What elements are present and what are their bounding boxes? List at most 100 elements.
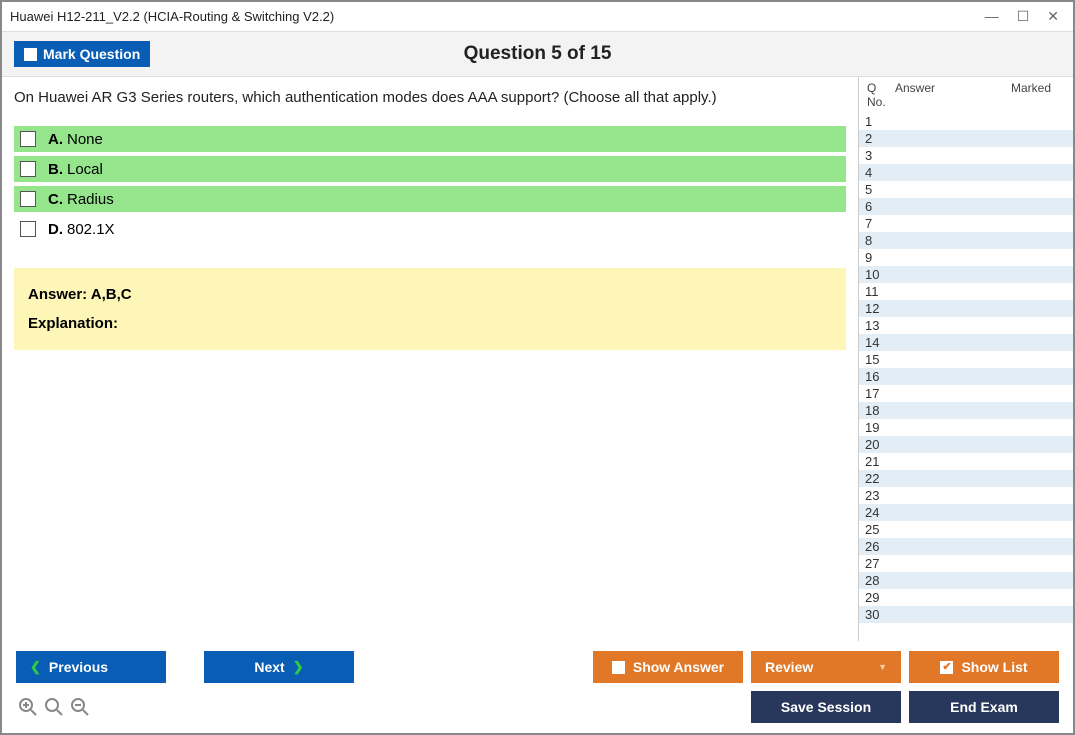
list-item-number: 11 xyxy=(859,284,893,299)
zoom-out-icon[interactable] xyxy=(70,697,90,717)
list-item[interactable]: 12 xyxy=(859,300,1073,317)
footer-row-1: ❮ Previous Next ❯ Show Answer Review ▼ ✔… xyxy=(16,651,1059,683)
dropdown-icon: ▼ xyxy=(878,662,887,672)
list-item[interactable]: 1 xyxy=(859,113,1073,130)
header-bar: Mark Question Question 5 of 15 xyxy=(2,32,1073,77)
option-row[interactable]: C. Radius xyxy=(14,186,846,212)
list-item-number: 21 xyxy=(859,454,893,469)
option-text: 802.1X xyxy=(67,221,115,238)
show-answer-button[interactable]: Show Answer xyxy=(593,651,743,683)
title-bar: Huawei H12-211_V2.2 (HCIA-Routing & Swit… xyxy=(2,2,1073,32)
zoom-reset-icon[interactable] xyxy=(44,697,64,717)
option-checkbox[interactable] xyxy=(20,191,36,207)
question-list-panel: Q No. Answer Marked 12345678910111213141… xyxy=(858,77,1073,641)
list-item[interactable]: 21 xyxy=(859,453,1073,470)
list-item-number: 13 xyxy=(859,318,893,333)
col-answer: Answer xyxy=(895,81,1011,109)
option-row[interactable]: A. None xyxy=(14,126,846,152)
list-item-number: 15 xyxy=(859,352,893,367)
close-icon[interactable]: ✕ xyxy=(1047,8,1059,25)
list-item[interactable]: 25 xyxy=(859,521,1073,538)
maximize-icon[interactable]: ☐ xyxy=(1017,8,1030,25)
option-row[interactable]: B. Local xyxy=(14,156,846,182)
option-checkbox[interactable] xyxy=(20,221,36,237)
zoom-controls xyxy=(16,697,90,717)
list-item[interactable]: 24 xyxy=(859,504,1073,521)
explanation-label: Explanation: xyxy=(28,315,832,332)
list-item[interactable]: 18 xyxy=(859,402,1073,419)
list-item[interactable]: 30 xyxy=(859,606,1073,623)
option-row[interactable]: D. 802.1X xyxy=(14,216,846,242)
list-item[interactable]: 6 xyxy=(859,198,1073,215)
save-session-button[interactable]: Save Session xyxy=(751,691,901,723)
list-item-number: 25 xyxy=(859,522,893,537)
list-item[interactable]: 27 xyxy=(859,555,1073,572)
answer-box: Answer: A,B,C Explanation: xyxy=(14,268,846,350)
window-title: Huawei H12-211_V2.2 (HCIA-Routing & Swit… xyxy=(10,9,985,24)
col-marked: Marked xyxy=(1011,81,1071,109)
list-item-number: 22 xyxy=(859,471,893,486)
list-item[interactable]: 16 xyxy=(859,368,1073,385)
list-item[interactable]: 10 xyxy=(859,266,1073,283)
chevron-right-icon: ❯ xyxy=(293,659,304,675)
list-item-number: 9 xyxy=(859,250,893,265)
list-item-number: 3 xyxy=(859,148,893,163)
next-button[interactable]: Next ❯ xyxy=(204,651,354,683)
save-session-label: Save Session xyxy=(781,699,871,715)
list-item-number: 6 xyxy=(859,199,893,214)
show-list-label: Show List xyxy=(961,659,1027,675)
list-item[interactable]: 22 xyxy=(859,470,1073,487)
list-item[interactable]: 23 xyxy=(859,487,1073,504)
list-item[interactable]: 9 xyxy=(859,249,1073,266)
end-exam-button[interactable]: End Exam xyxy=(909,691,1059,723)
list-item[interactable]: 8 xyxy=(859,232,1073,249)
list-item-number: 17 xyxy=(859,386,893,401)
options-list: A. None B. Local C. Radius D. 802.1X xyxy=(14,126,858,242)
show-list-button[interactable]: ✔ Show List xyxy=(909,651,1059,683)
footer-row-2: Save Session End Exam xyxy=(16,691,1059,723)
minimize-icon[interactable]: — xyxy=(985,8,999,25)
list-item[interactable]: 29 xyxy=(859,589,1073,606)
option-checkbox[interactable] xyxy=(20,161,36,177)
option-checkbox[interactable] xyxy=(20,131,36,147)
end-exam-label: End Exam xyxy=(950,699,1018,715)
list-item[interactable]: 3 xyxy=(859,147,1073,164)
list-item-number: 10 xyxy=(859,267,893,282)
list-item[interactable]: 2 xyxy=(859,130,1073,147)
question-list[interactable]: 1234567891011121314151617181920212223242… xyxy=(859,113,1073,641)
list-item-number: 28 xyxy=(859,573,893,588)
list-item[interactable]: 7 xyxy=(859,215,1073,232)
question-panel: On Huawei AR G3 Series routers, which au… xyxy=(2,77,858,641)
mark-question-label: Mark Question xyxy=(43,46,140,62)
show-list-checkbox-icon: ✔ xyxy=(940,661,953,674)
list-item[interactable]: 4 xyxy=(859,164,1073,181)
list-item[interactable]: 11 xyxy=(859,283,1073,300)
list-item[interactable]: 17 xyxy=(859,385,1073,402)
list-item-number: 27 xyxy=(859,556,893,571)
list-item-number: 4 xyxy=(859,165,893,180)
review-label: Review xyxy=(765,659,813,675)
list-item[interactable]: 26 xyxy=(859,538,1073,555)
zoom-in-icon[interactable] xyxy=(18,697,38,717)
list-item[interactable]: 20 xyxy=(859,436,1073,453)
chevron-left-icon: ❮ xyxy=(30,659,41,675)
list-item[interactable]: 28 xyxy=(859,572,1073,589)
list-item-number: 24 xyxy=(859,505,893,520)
list-item-number: 16 xyxy=(859,369,893,384)
question-counter: Question 5 of 15 xyxy=(464,43,612,65)
list-item[interactable]: 13 xyxy=(859,317,1073,334)
list-item-number: 12 xyxy=(859,301,893,316)
previous-button[interactable]: ❮ Previous xyxy=(16,651,166,683)
option-letter: B. xyxy=(48,161,63,178)
option-text: None xyxy=(67,131,103,148)
review-button[interactable]: Review ▼ xyxy=(751,651,901,683)
list-item[interactable]: 5 xyxy=(859,181,1073,198)
list-item[interactable]: 14 xyxy=(859,334,1073,351)
list-item-number: 26 xyxy=(859,539,893,554)
list-item[interactable]: 15 xyxy=(859,351,1073,368)
mark-question-button[interactable]: Mark Question xyxy=(14,41,150,67)
answer-text: Answer: A,B,C xyxy=(28,286,832,303)
list-item-number: 1 xyxy=(859,114,893,129)
list-item[interactable]: 19 xyxy=(859,419,1073,436)
list-item-number: 5 xyxy=(859,182,893,197)
